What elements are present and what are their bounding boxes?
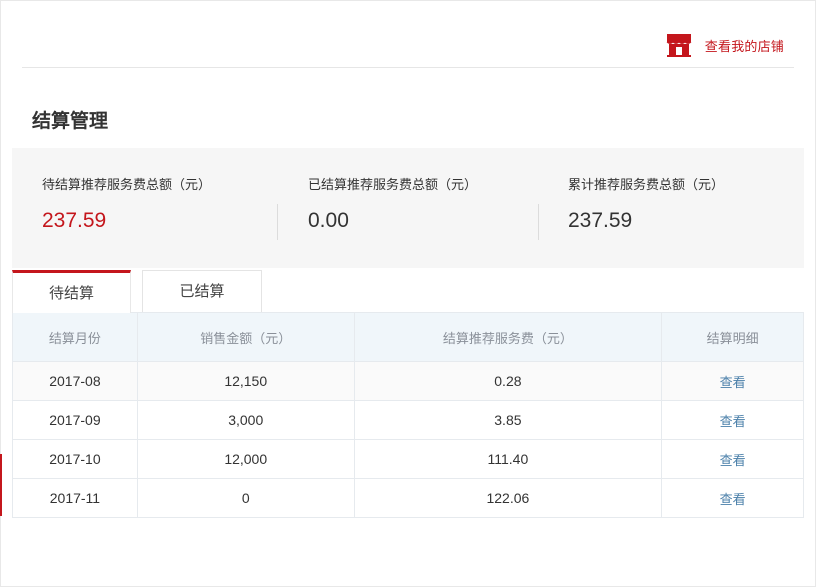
column-header-month: 结算月份 — [12, 312, 138, 362]
settlement-table: 结算月份 销售金额（元） 结算推荐服务费（元） 结算明细 2017-08 12,… — [12, 312, 804, 518]
column-header-detail: 结算明细 — [661, 312, 804, 362]
summary-settled-value: 0.00 — [308, 209, 349, 232]
cell-detail: 查看 — [661, 400, 804, 440]
top-bar: 查看我的店铺 — [22, 30, 794, 68]
summary-divider — [538, 204, 539, 240]
cell-fee: 122.06 — [353, 478, 663, 518]
cell-month: 2017-08 — [12, 361, 138, 401]
cell-fee: 111.40 — [353, 439, 663, 479]
table-row: 2017-09 3,000 3.85 查看 — [12, 400, 804, 440]
cell-month: 2017-09 — [12, 400, 138, 440]
cell-sales: 12,000 — [136, 439, 355, 479]
column-header-sales: 销售金额（元） — [136, 312, 355, 362]
summary-divider — [277, 204, 278, 240]
cell-detail: 查看 — [661, 361, 804, 401]
column-header-fee: 结算推荐服务费（元） — [353, 312, 663, 362]
view-my-shop-link[interactable]: 查看我的店铺 — [666, 32, 784, 58]
summary-cumulative-value: 237.59 — [568, 209, 633, 232]
cell-detail: 查看 — [661, 439, 804, 479]
cell-detail: 查看 — [661, 478, 804, 518]
left-edge-accent — [0, 454, 2, 516]
tab-pending[interactable]: 待结算 — [12, 270, 131, 313]
cell-month: 2017-11 — [12, 478, 138, 518]
table-row: 2017-10 12,000 111.40 查看 — [12, 439, 804, 479]
view-my-shop-label: 查看我的店铺 — [704, 39, 784, 55]
view-detail-link[interactable]: 查看 — [720, 415, 746, 430]
summary-pending-label: 待结算推荐服务费总额（元） — [42, 178, 212, 193]
cell-sales: 12,150 — [136, 361, 355, 401]
page-title: 结算管理 — [32, 110, 109, 132]
summary-settled-label: 已结算推荐服务费总额（元） — [308, 178, 478, 193]
table-row: 2017-08 12,150 0.28 查看 — [12, 361, 804, 401]
cell-fee: 0.28 — [353, 361, 663, 401]
view-detail-link[interactable]: 查看 — [720, 493, 746, 508]
cell-sales: 0 — [136, 478, 355, 518]
summary-pending-value: 237.59 — [42, 209, 107, 232]
cell-month: 2017-10 — [12, 439, 138, 479]
view-detail-link[interactable]: 查看 — [720, 454, 746, 469]
cell-fee: 3.85 — [353, 400, 663, 440]
summary-cumulative-label: 累计推荐服务费总额（元） — [568, 178, 725, 193]
view-detail-link[interactable]: 查看 — [720, 376, 746, 391]
storefront-icon — [666, 34, 692, 57]
table-row: 2017-11 0 122.06 查看 — [12, 478, 804, 518]
tab-settled[interactable]: 已结算 — [142, 270, 262, 313]
table-header-row: 结算月份 销售金额（元） 结算推荐服务费（元） 结算明细 — [12, 312, 804, 362]
cell-sales: 3,000 — [136, 400, 355, 440]
summary-panel: 待结算推荐服务费总额（元） 237.59 已结算推荐服务费总额（元） 0.00 … — [12, 148, 804, 268]
